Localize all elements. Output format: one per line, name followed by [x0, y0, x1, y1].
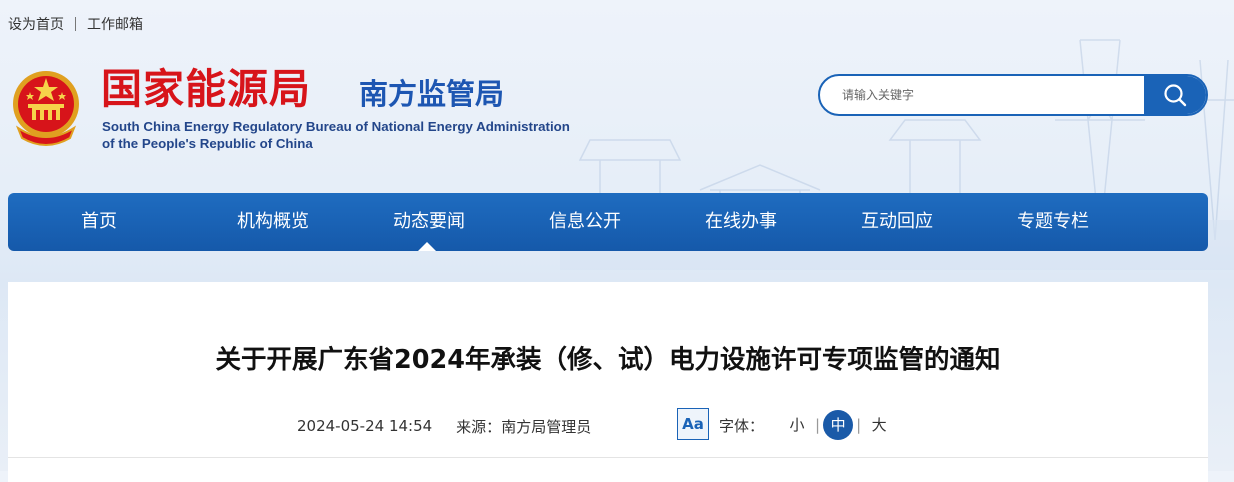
nav-label: 信息公开	[549, 211, 621, 232]
search-input[interactable]	[820, 76, 1144, 114]
font-size-separator: |	[815, 416, 821, 434]
nav-label: 在线办事	[705, 211, 777, 232]
search-button[interactable]	[1144, 76, 1206, 114]
top-utility-bar: 设为首页 工作邮箱	[8, 14, 143, 34]
logo-english-line2: of the People's Republic of China	[102, 136, 313, 151]
font-size-separator: |	[856, 416, 862, 434]
nav-label: 机构概览	[237, 211, 309, 232]
source-label: 来源：	[456, 417, 502, 436]
font-size-large[interactable]: 大	[864, 410, 894, 440]
nav-item-interaction[interactable]: 互动回应	[861, 193, 1017, 251]
nav-item-special-topics[interactable]: 专题专栏	[1017, 193, 1173, 251]
font-size-icon[interactable]: Aa	[677, 408, 709, 440]
nav-item-info-disclosure[interactable]: 信息公开	[549, 193, 705, 251]
set-homepage-link[interactable]: 设为首页	[8, 14, 64, 34]
nav-item-organization[interactable]: 机构概览	[237, 193, 393, 251]
article-panel	[8, 282, 1208, 482]
nav-label: 首页	[81, 211, 117, 232]
font-size-label: 字体：	[719, 416, 765, 435]
nav-item-news[interactable]: 动态要闻	[393, 193, 549, 251]
font-size-control: 字体： 小 | 中 | 大	[719, 410, 894, 440]
logo-english-name: South China Energy Regulatory Bureau of …	[102, 118, 570, 152]
source-value: 南方局管理员	[501, 417, 592, 436]
article-date: 2024-05-24 14:54	[297, 417, 433, 435]
search-icon	[1164, 84, 1187, 107]
nav-label: 互动回应	[861, 211, 933, 232]
article-meta: 2024-05-24 14:54 来源： 南方局管理员	[297, 413, 591, 439]
nav-item-online-service[interactable]: 在线办事	[705, 193, 861, 251]
logo-subtitle: 南方监管局	[359, 77, 505, 111]
topbar-divider	[75, 17, 76, 31]
meta-divider	[8, 457, 1208, 458]
article-title: 关于开展广东省2024年承装（修、试）电力设施许可专项监管的通知	[215, 345, 1001, 375]
nav-item-home[interactable]: 首页	[81, 193, 237, 251]
national-emblem-icon	[13, 71, 79, 146]
nav-label: 动态要闻	[393, 211, 465, 232]
nav-label: 专题专栏	[1017, 211, 1089, 232]
logo-title: 国家能源局	[101, 65, 311, 113]
search-box	[818, 74, 1208, 116]
logo-english-line1: South China Energy Regulatory Bureau of …	[102, 119, 570, 134]
work-mail-link[interactable]: 工作邮箱	[87, 14, 143, 34]
main-navigation: 首页 机构概览 动态要闻 信息公开 在线办事 互动回应 专题专栏	[8, 193, 1208, 251]
font-size-small[interactable]: 小	[782, 410, 812, 440]
font-size-medium[interactable]: 中	[823, 410, 854, 440]
